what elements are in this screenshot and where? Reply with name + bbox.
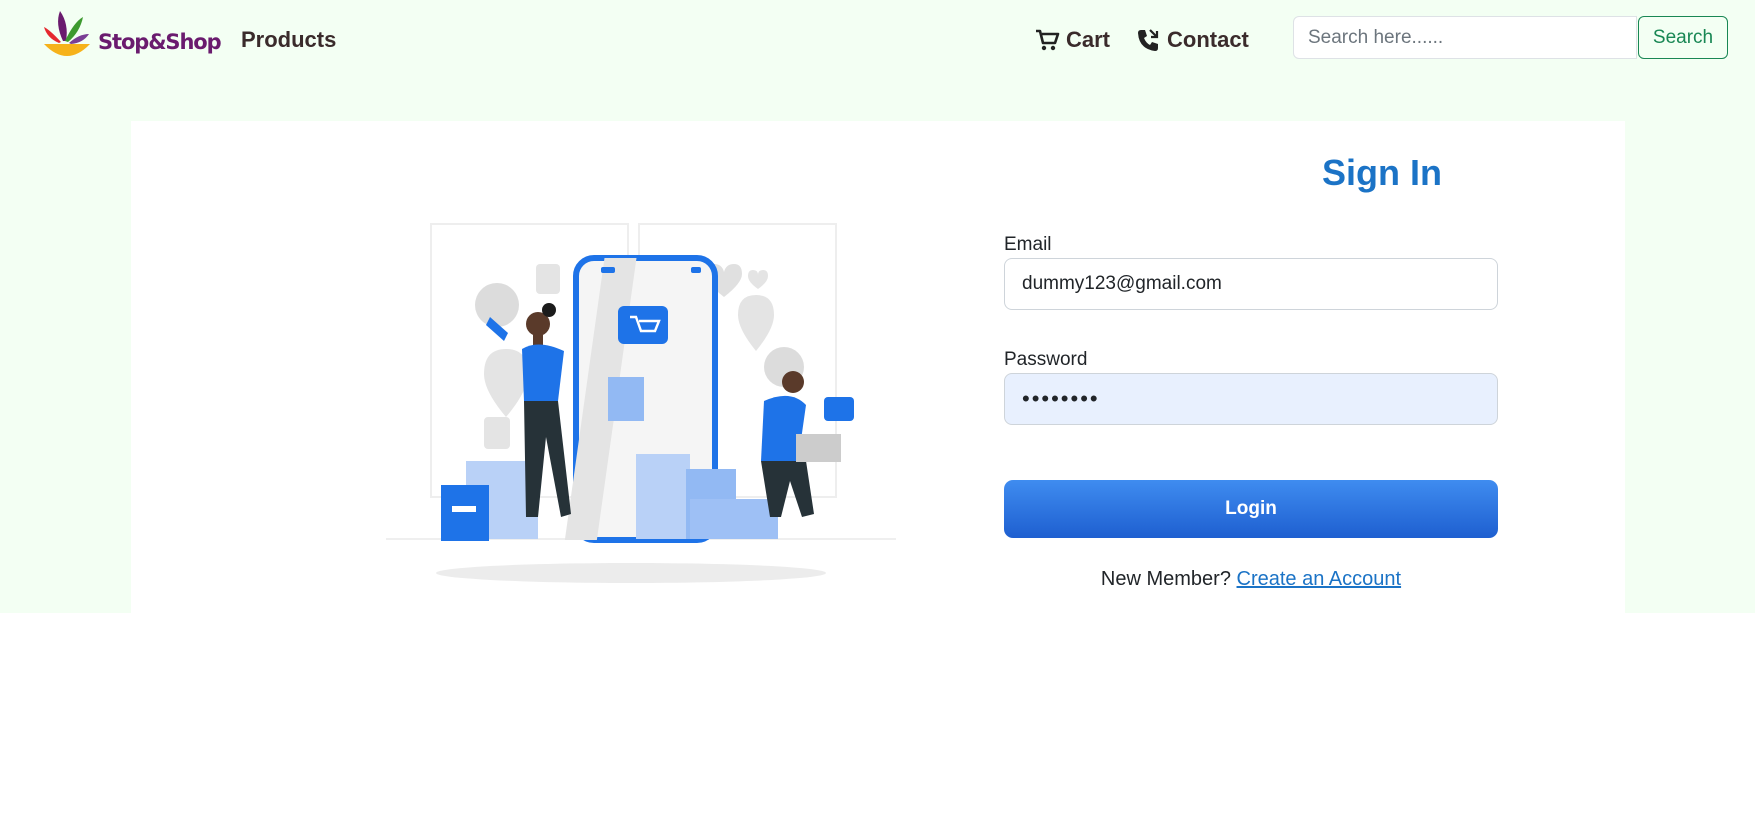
brand-name: Stop&Shop [98, 30, 222, 54]
shopping-illustration [386, 223, 896, 583]
email-field[interactable] [1004, 258, 1498, 310]
navbar: Stop&Shop Products Cart Contact Search [0, 0, 1755, 80]
nav-products-link[interactable]: Products [241, 27, 336, 53]
nav-cart-link[interactable]: Cart [1034, 27, 1110, 53]
nav-contact-link[interactable]: Contact [1135, 27, 1249, 53]
search-input[interactable] [1293, 16, 1637, 59]
contact-label: Contact [1167, 27, 1249, 52]
email-label: Email [1004, 234, 1052, 255]
cart-label: Cart [1066, 27, 1111, 52]
create-account-link[interactable]: Create an Account [1237, 568, 1402, 590]
search-button[interactable]: Search [1638, 16, 1728, 59]
phone-icon [1138, 29, 1159, 51]
signin-card: Sign In Email Password Login New Member?… [131, 121, 1625, 613]
signup-row: New Member? Create an Account [1004, 568, 1498, 591]
login-button[interactable]: Login [1004, 480, 1498, 538]
cart-icon [1036, 29, 1060, 51]
signin-title: Sign In [1322, 152, 1442, 193]
new-member-text: New Member? [1100, 568, 1231, 590]
password-field[interactable] [1004, 373, 1498, 425]
password-label: Password [1004, 349, 1088, 370]
